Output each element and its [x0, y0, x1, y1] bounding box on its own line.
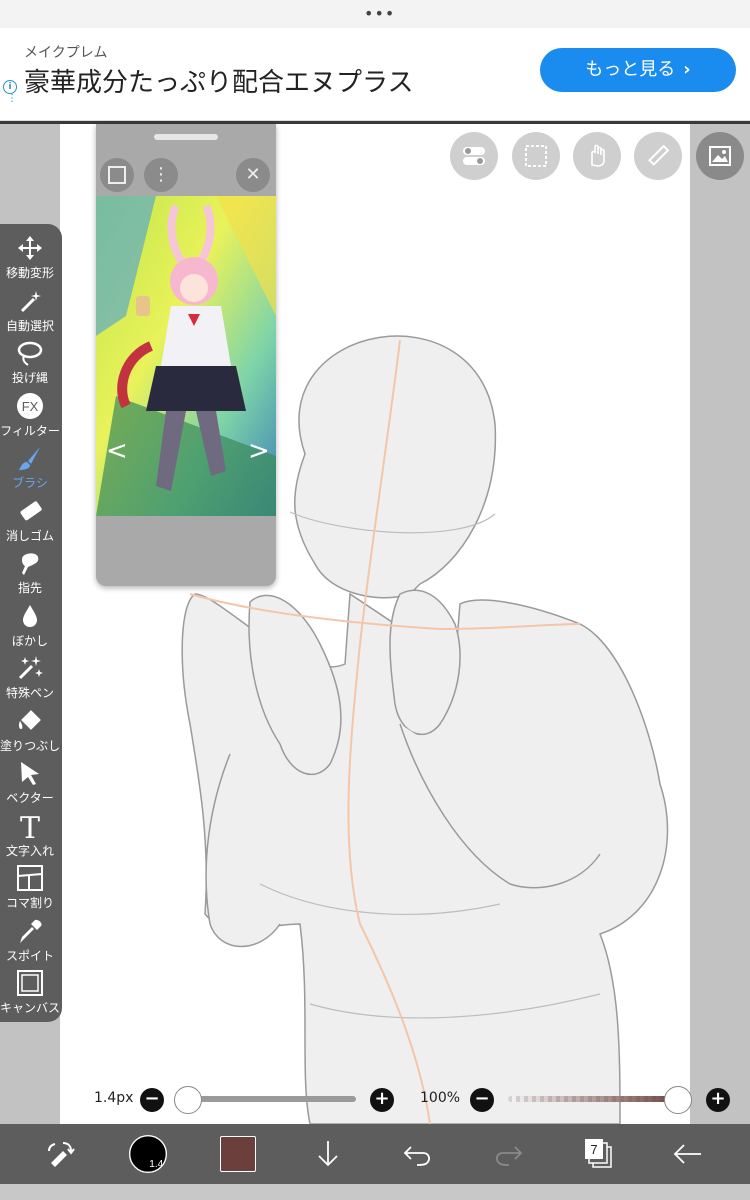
text-icon: T [20, 812, 40, 840]
tool-label: 特殊ペン [5, 686, 54, 700]
tool-vector[interactable]: ベクター [0, 757, 62, 809]
slider-bar: 1.4px − + 100% − + [60, 1080, 750, 1120]
tool-sidebar: 移動変形 自動選択 投げ縄 FX フィルター ブラシ 消しゴム 指先 ぼかし 特… [0, 224, 62, 1022]
hand-icon[interactable] [573, 132, 621, 180]
svg-text:1.4: 1.4 [149, 1159, 163, 1170]
fill-icon [18, 710, 41, 730]
tool-label: 指先 [17, 581, 42, 595]
tool-label: スポイト [5, 949, 54, 963]
tool-label: 消しゴム [5, 529, 54, 543]
tool-label: 塗りつぶし [0, 739, 61, 753]
layer-image-icon[interactable] [696, 132, 744, 180]
panel-icon [17, 865, 43, 891]
opacity-value: 100% [420, 1090, 461, 1106]
reference-frame-button[interactable] [100, 158, 134, 192]
ruler-icon[interactable] [634, 132, 682, 180]
brush-size-indicator[interactable]: 1.4 [124, 1130, 172, 1178]
svg-text:FX: FX [22, 399, 39, 414]
ad-cta-label: もっと見る [585, 59, 676, 80]
ad-sponsor: メイクプレム [24, 45, 108, 61]
tool-text[interactable]: T 文字入れ [0, 810, 62, 862]
tool-label: 文字入れ [5, 844, 54, 858]
reference-panel[interactable]: ⋮ ✕ < > [96, 124, 276, 586]
tool-special-pen[interactable]: 特殊ペン [0, 652, 62, 704]
opacity-slider[interactable] [508, 1096, 686, 1102]
brush-size-slider[interactable] [178, 1096, 356, 1102]
tool-label: ベクター [6, 791, 54, 805]
vector-icon [21, 762, 39, 785]
brush-icon [19, 447, 40, 470]
brush-size-value: 1.4px [94, 1090, 134, 1106]
finger-icon [22, 553, 39, 575]
tool-lasso[interactable]: 投げ縄 [0, 337, 62, 389]
next-reference-icon[interactable]: > [248, 436, 270, 466]
tool-canvas[interactable]: キャンバス [0, 967, 62, 1019]
bottom-toolbar: 1.4 7 [0, 1124, 750, 1184]
color-swatch-button[interactable] [214, 1130, 262, 1178]
download-icon[interactable] [304, 1130, 352, 1178]
panel-drag-handle[interactable] [154, 134, 218, 140]
reference-menu-button[interactable]: ⋮ [144, 158, 178, 192]
fx-icon: FX [17, 393, 43, 419]
layers-button[interactable]: 7 [574, 1130, 622, 1178]
tool-fill[interactable]: 塗りつぶし [0, 705, 62, 757]
chevron-right-icon: › [683, 59, 691, 80]
swap-brush-eraser-icon[interactable] [36, 1130, 84, 1178]
canvas-margin-right [690, 124, 750, 1124]
ad-banner[interactable]: メイクプレム 豪華成分たっぷり配合エヌプラス i ⋮ もっと見る › [0, 28, 750, 121]
svg-text:7: 7 [590, 1142, 597, 1157]
ad-info-icon[interactable]: i [3, 80, 17, 94]
system-bottom-strip [0, 1184, 750, 1200]
tool-label: フィルター [0, 424, 60, 438]
special-pen-icon [18, 656, 43, 680]
ad-title[interactable]: 豪華成分たっぷり配合エヌプラス [24, 62, 413, 99]
lasso-icon [17, 341, 43, 366]
frame-icon [108, 166, 126, 184]
opacity-decrease-button[interactable]: − [470, 1088, 494, 1112]
size-increase-button[interactable]: + [370, 1088, 394, 1112]
size-decrease-button[interactable]: − [140, 1088, 164, 1112]
tool-label: コマ割り [5, 896, 54, 910]
current-color-swatch [220, 1136, 256, 1172]
more-dots-icon[interactable]: ••• [364, 6, 395, 22]
tool-auto-select[interactable]: 自動選択 [0, 285, 62, 337]
tool-eyedropper[interactable]: スポイト [0, 915, 62, 967]
undo-icon[interactable] [394, 1130, 442, 1178]
close-icon[interactable]: ✕ [236, 158, 270, 192]
magic-wand-icon [20, 291, 41, 313]
tool-label: 移動変形 [5, 266, 54, 280]
svg-text:T: T [20, 812, 40, 840]
blur-icon [23, 605, 37, 627]
canvas-icon [17, 970, 43, 996]
ad-cta-button[interactable]: もっと見る › [540, 48, 736, 92]
toggle-icon[interactable] [450, 132, 498, 180]
tool-label: ブラシ [12, 476, 48, 490]
status-bar: ••• [0, 0, 750, 28]
opacity-knob[interactable] [664, 1086, 692, 1114]
tool-eraser[interactable]: 消しゴム [0, 495, 62, 547]
eyedropper-icon [20, 919, 42, 943]
prev-reference-icon[interactable]: < [106, 436, 128, 466]
brush-size-knob[interactable] [174, 1086, 202, 1114]
tool-filter[interactable]: FX フィルター [0, 390, 62, 442]
tool-move[interactable]: 移動変形 [0, 232, 62, 284]
tool-label: 投げ縄 [11, 371, 48, 385]
redo-icon[interactable] [484, 1130, 532, 1178]
selection-icon[interactable] [512, 132, 560, 180]
tool-label: 自動選択 [5, 319, 54, 333]
tool-label: キャンバス [0, 1001, 61, 1015]
tool-panel[interactable]: コマ割り [0, 862, 62, 914]
opacity-increase-button[interactable]: + [706, 1088, 730, 1112]
eraser-icon [20, 501, 42, 521]
tool-label: ぼかし [11, 634, 48, 648]
move-icon [18, 236, 42, 260]
reference-image: < > [96, 196, 276, 516]
tool-blur[interactable]: ぼかし [0, 600, 62, 652]
tool-brush[interactable]: ブラシ [0, 442, 62, 494]
ad-menu-icon[interactable]: ⋮ [7, 94, 17, 104]
back-arrow-icon[interactable] [664, 1130, 712, 1178]
tool-finger[interactable]: 指先 [0, 547, 62, 599]
